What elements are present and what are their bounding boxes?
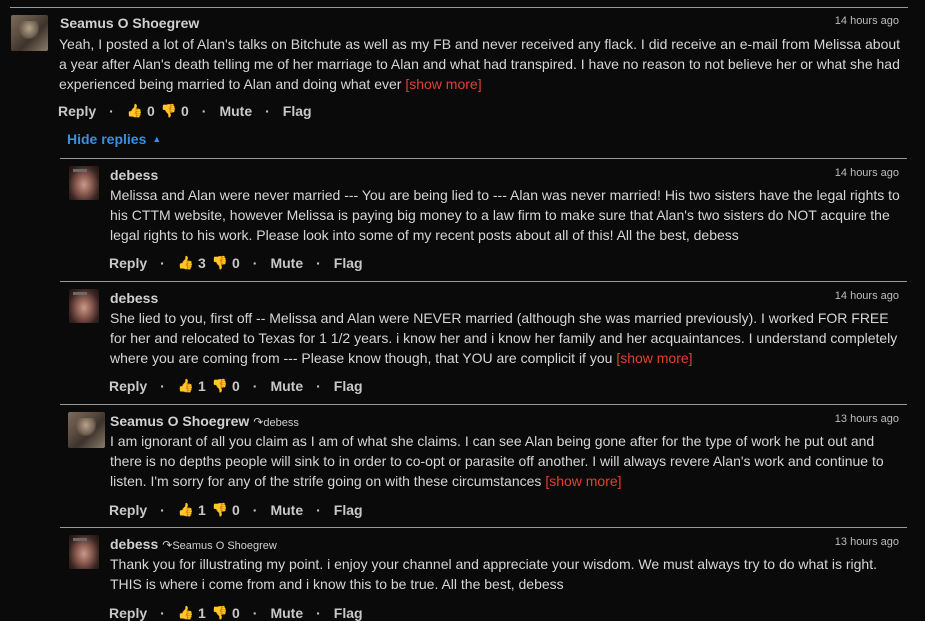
- comment-timestamp[interactable]: 14 hours ago: [835, 167, 899, 179]
- dislike-count: 0: [231, 502, 240, 518]
- thumbs-up-icon[interactable]: 👍: [178, 502, 194, 518]
- like-count: 1: [197, 502, 206, 518]
- reply-button[interactable]: Reply: [109, 255, 147, 271]
- comment-author[interactable]: debess ↷Seamus O Shoegrew: [110, 536, 277, 552]
- reply-to-link[interactable]: ↷debess: [253, 415, 299, 429]
- flag-button[interactable]: Flag: [334, 378, 363, 394]
- author-name[interactable]: Seamus O Shoegrew: [110, 413, 249, 429]
- reply-to-name[interactable]: debess: [263, 417, 298, 429]
- divider: [60, 281, 907, 282]
- thumbs-down-icon[interactable]: 👎: [212, 502, 228, 518]
- separator-dot: ·: [265, 103, 270, 119]
- separator-dot: ·: [160, 502, 165, 518]
- comment-author[interactable]: debess: [110, 290, 158, 306]
- show-more-link[interactable]: [show more]: [405, 76, 481, 92]
- reply-button[interactable]: Reply: [109, 378, 147, 394]
- separator-dot: ·: [252, 502, 258, 518]
- avatar[interactable]: [68, 412, 105, 448]
- dislike-count: 0: [231, 605, 240, 621]
- like-count: 3: [197, 255, 206, 271]
- mute-button[interactable]: Mute: [270, 378, 303, 394]
- divider: [60, 527, 907, 528]
- comment-text: I am ignorant of all you claim as I am o…: [110, 433, 884, 489]
- divider: [60, 404, 907, 405]
- thumbs-up-icon[interactable]: 👍: [178, 605, 194, 621]
- comment-timestamp[interactable]: 13 hours ago: [835, 413, 899, 425]
- separator-dot: ·: [252, 605, 258, 621]
- hide-replies-label: Hide replies: [67, 131, 147, 147]
- separator-dot: ·: [160, 605, 165, 621]
- thumbs-up-icon[interactable]: 👍: [178, 378, 194, 394]
- comment-body: Yeah, I posted a lot of Alan's talks on …: [59, 34, 904, 94]
- comment-timestamp[interactable]: 14 hours ago: [835, 290, 899, 302]
- comment-actions: Reply · 👍 1 👎 0 · Mute · Flag: [109, 605, 363, 621]
- author-name[interactable]: debess: [110, 536, 158, 552]
- thumbs-up-icon[interactable]: 👍: [127, 103, 143, 119]
- dislike-count: 0: [231, 255, 240, 271]
- comment-actions: Reply · 👍 0 👎 0 · Mute · Flag: [58, 103, 312, 119]
- comment-text: Melissa and Alan were never married --- …: [110, 187, 900, 243]
- comment-body: She lied to you, first off -- Melissa an…: [110, 308, 905, 368]
- comment-text: She lied to you, first off -- Melissa an…: [110, 310, 898, 366]
- comment-timestamp[interactable]: 14 hours ago: [835, 15, 899, 27]
- comment-actions: Reply · 👍 1 👎 0 · Mute · Flag: [109, 378, 363, 394]
- comment-actions: Reply · 👍 3 👎 0 · Mute · Flag: [109, 255, 363, 271]
- comment-body: I am ignorant of all you claim as I am o…: [110, 431, 905, 491]
- avatar[interactable]: [11, 15, 48, 51]
- mute-button[interactable]: Mute: [219, 103, 252, 119]
- comment-author[interactable]: debess: [110, 167, 158, 183]
- reply-button[interactable]: Reply: [109, 605, 147, 621]
- thumbs-down-icon[interactable]: 👎: [212, 605, 228, 621]
- comment-author[interactable]: Seamus O Shoegrew: [60, 15, 199, 31]
- separator-dot: ·: [316, 502, 321, 518]
- reply-arrow-icon: ↷: [253, 415, 264, 429]
- separator-dot: ·: [201, 103, 207, 119]
- like-count: 1: [197, 605, 206, 621]
- show-more-link[interactable]: [show more]: [545, 473, 621, 489]
- dislike-count: 0: [180, 103, 189, 119]
- comment-author[interactable]: Seamus O Shoegrew ↷debess: [110, 413, 299, 429]
- comment-text: Thank you for illustrating my point. i e…: [110, 556, 877, 592]
- thumbs-down-icon[interactable]: 👎: [212, 378, 228, 394]
- mute-button[interactable]: Mute: [270, 255, 303, 271]
- reply-button[interactable]: Reply: [109, 502, 147, 518]
- avatar[interactable]: [69, 535, 99, 569]
- flag-button[interactable]: Flag: [334, 605, 363, 621]
- comment-body: Thank you for illustrating my point. i e…: [110, 554, 905, 594]
- thumbs-down-icon[interactable]: 👎: [161, 103, 177, 119]
- reply-to-link[interactable]: ↷Seamus O Shoegrew: [162, 538, 277, 552]
- separator-dot: ·: [316, 605, 321, 621]
- thumbs-down-icon[interactable]: 👎: [212, 255, 228, 271]
- separator-dot: ·: [109, 103, 114, 119]
- separator-dot: ·: [252, 255, 258, 271]
- divider: [10, 7, 908, 8]
- caret-up-icon: ▲: [152, 134, 162, 144]
- separator-dot: ·: [160, 255, 165, 271]
- divider: [60, 158, 907, 159]
- flag-button[interactable]: Flag: [283, 103, 312, 119]
- reply-arrow-icon: ↷: [162, 538, 173, 552]
- thumbs-up-icon[interactable]: 👍: [178, 255, 194, 271]
- separator-dot: ·: [252, 378, 258, 394]
- like-count: 0: [146, 103, 155, 119]
- separator-dot: ·: [316, 255, 321, 271]
- separator-dot: ·: [316, 378, 321, 394]
- comment-timestamp[interactable]: 13 hours ago: [835, 536, 899, 548]
- mute-button[interactable]: Mute: [270, 502, 303, 518]
- reply-to-name[interactable]: Seamus O Shoegrew: [172, 540, 277, 552]
- dislike-count: 0: [231, 378, 240, 394]
- hide-replies-toggle[interactable]: Hide replies ▲: [67, 131, 161, 147]
- flag-button[interactable]: Flag: [334, 255, 363, 271]
- avatar[interactable]: [69, 289, 99, 323]
- reply-button[interactable]: Reply: [58, 103, 96, 119]
- flag-button[interactable]: Flag: [334, 502, 363, 518]
- comment-body: Melissa and Alan were never married --- …: [110, 185, 905, 245]
- show-more-link[interactable]: [show more]: [616, 350, 692, 366]
- like-count: 1: [197, 378, 206, 394]
- avatar[interactable]: [69, 166, 99, 200]
- comment-actions: Reply · 👍 1 👎 0 · Mute · Flag: [109, 502, 363, 518]
- separator-dot: ·: [160, 378, 165, 394]
- mute-button[interactable]: Mute: [270, 605, 303, 621]
